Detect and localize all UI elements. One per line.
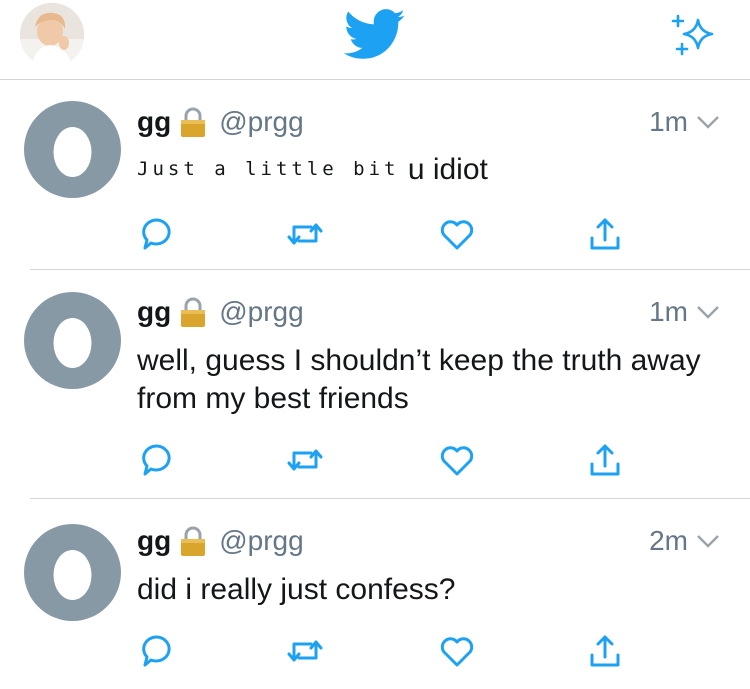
display-name[interactable]: gg (137, 296, 171, 328)
tweet[interactable]: gg @prgg 2m did i really just confess? (0, 499, 750, 689)
egg-avatar[interactable] (24, 524, 121, 621)
profile-avatar[interactable] (20, 3, 84, 67)
like-icon[interactable] (437, 214, 477, 254)
user-handle[interactable]: @prgg (219, 525, 303, 557)
share-icon[interactable] (585, 631, 625, 671)
retweet-icon[interactable] (285, 631, 325, 671)
like-icon[interactable] (437, 631, 477, 671)
tweet-meta: 1m (649, 104, 720, 140)
display-name[interactable]: gg (137, 525, 171, 557)
chevron-down-icon[interactable] (696, 305, 720, 319)
timestamp: 2m (649, 525, 688, 556)
tweet-actions (137, 214, 620, 254)
reply-icon[interactable] (137, 214, 177, 254)
tweet-header: gg @prgg (137, 294, 304, 330)
chevron-down-icon[interactable] (696, 115, 720, 129)
user-handle[interactable]: @prgg (219, 106, 303, 138)
share-icon[interactable] (585, 214, 625, 254)
lock-icon (181, 107, 206, 137)
lock-icon (181, 297, 206, 327)
tweet[interactable]: gg @prgg 1m Just a little bit u idiot (0, 80, 750, 270)
lock-icon (181, 526, 206, 556)
twitter-timeline: gg @prgg 1m Just a little bit u idiot gg… (0, 0, 750, 689)
tweet-actions (137, 631, 620, 671)
retweet-icon[interactable] (285, 440, 325, 480)
display-name[interactable]: gg (137, 106, 171, 138)
tweet-meta: 1m (649, 294, 720, 330)
reply-icon[interactable] (137, 631, 177, 671)
tweet-text: well, guess I shouldn’t keep the truth a… (137, 344, 701, 415)
chevron-down-icon[interactable] (696, 534, 720, 548)
tweet-header: gg @prgg (137, 104, 304, 140)
tweet-header: gg @prgg (137, 523, 304, 559)
timestamp: 1m (649, 296, 688, 327)
tweet-actions (137, 440, 620, 480)
egg-avatar[interactable] (24, 292, 121, 389)
egg-avatar[interactable] (24, 101, 121, 198)
tweet-text-glitch: Just a little bit (137, 158, 400, 180)
like-icon[interactable] (437, 440, 477, 480)
retweet-icon[interactable] (285, 214, 325, 254)
tweet-text-main: u idiot (407, 153, 488, 186)
sparkle-icon[interactable] (668, 10, 720, 62)
timestamp: 1m (649, 106, 688, 137)
twitter-bird-icon[interactable] (344, 9, 406, 61)
top-bar (0, 0, 750, 80)
tweet-meta: 2m (649, 523, 720, 559)
share-icon[interactable] (585, 440, 625, 480)
user-handle[interactable]: @prgg (219, 296, 303, 328)
reply-icon[interactable] (137, 440, 177, 480)
tweet-text: did i really just confess? (137, 573, 456, 606)
tweet-text: Just a little bit u idiot (137, 150, 727, 189)
tweet[interactable]: gg @prgg 1m well, guess I shouldn’t keep… (0, 270, 750, 499)
